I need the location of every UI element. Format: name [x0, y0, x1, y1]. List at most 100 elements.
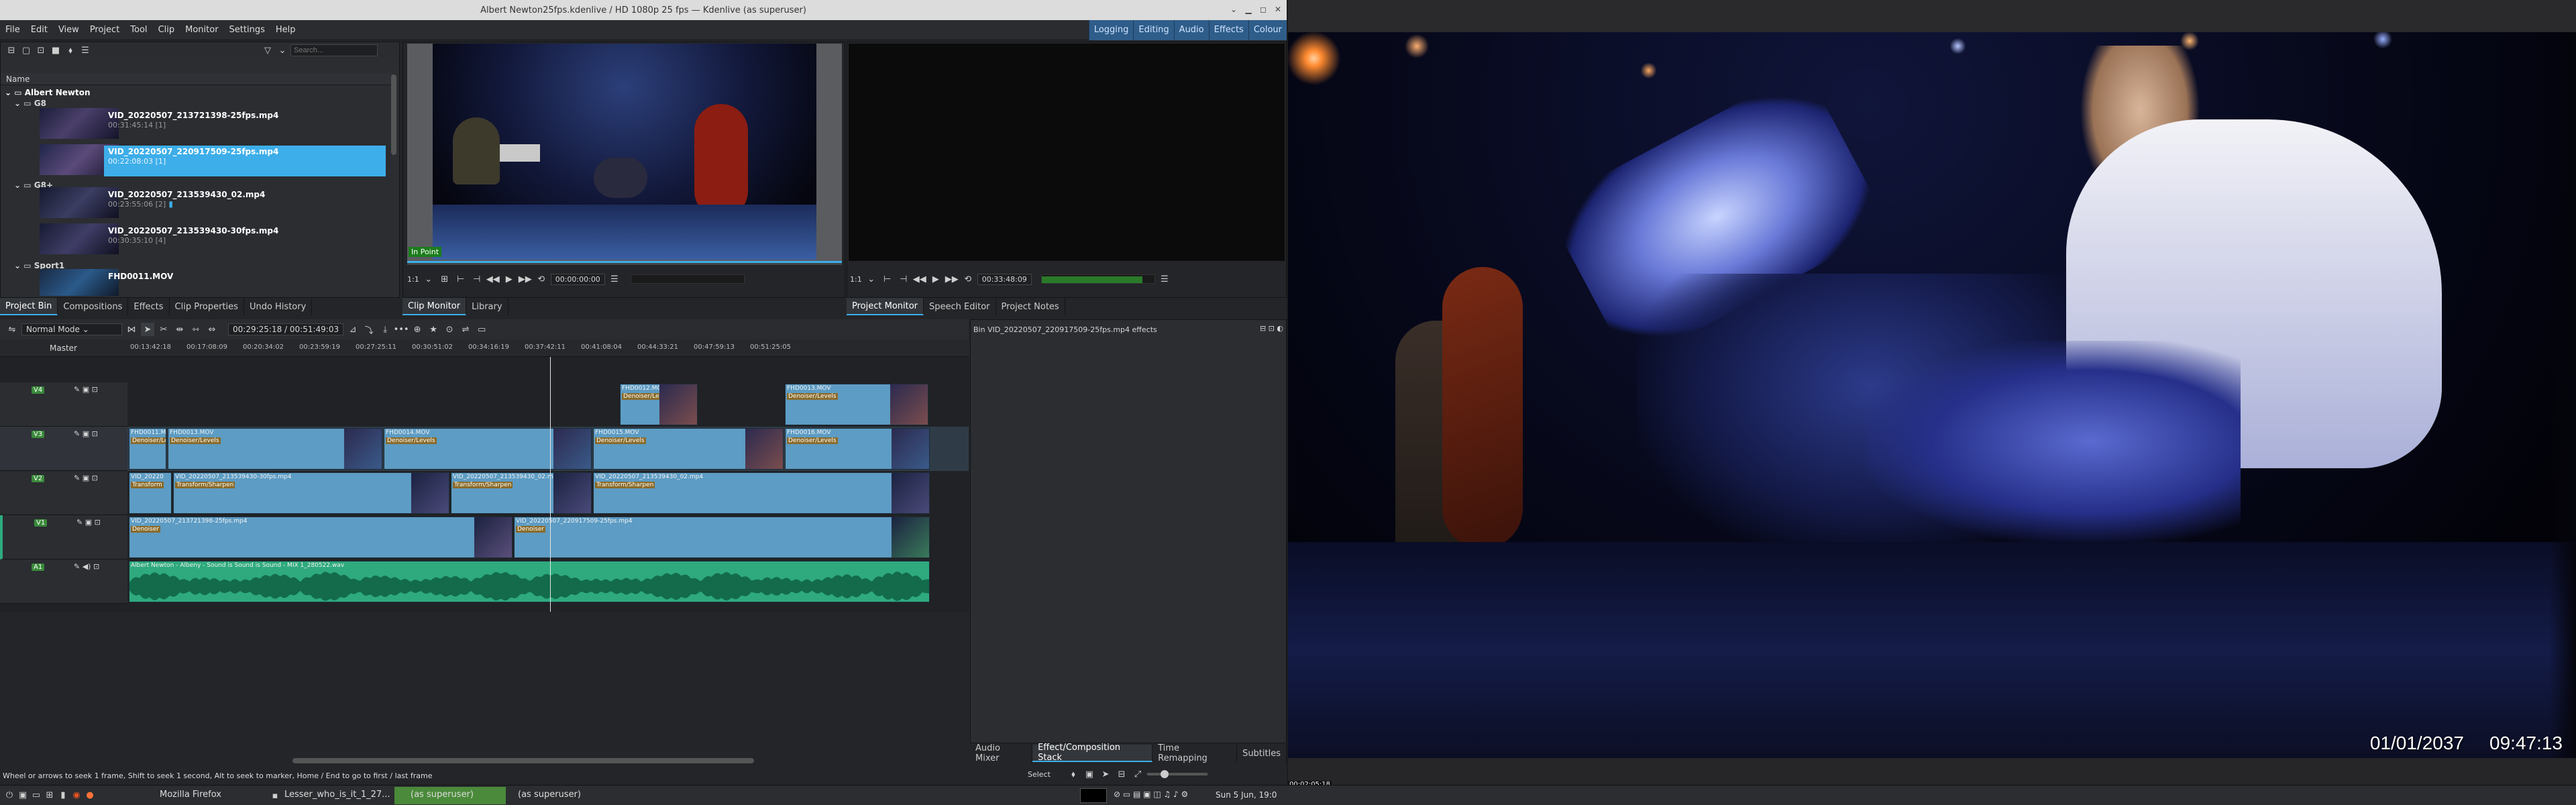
playhead[interactable]	[550, 357, 551, 612]
tab-speech-editor[interactable]: Speech Editor	[924, 298, 996, 315]
ripple-icon[interactable]: ⇿	[189, 323, 203, 336]
timeline-clip[interactable]: FHD0012.MOV Denoiser/Levels	[620, 384, 698, 425]
tab-project-monitor[interactable]: Project Monitor	[847, 298, 924, 315]
menu-view[interactable]: View	[53, 25, 85, 35]
workspace-pager[interactable]	[1080, 788, 1107, 803]
track-head-v1[interactable]: V1 ✎ ▣ ⊡	[0, 515, 127, 559]
chevron-down-icon[interactable]: ⌄	[865, 272, 878, 286]
compare-icon[interactable]: ⊟	[1115, 767, 1128, 781]
loop-icon[interactable]: ⟲	[535, 272, 548, 286]
bin-scrollbar[interactable]	[391, 74, 396, 155]
terminal-icon[interactable]: ▮	[56, 789, 70, 802]
forward-icon[interactable]: ▶▶	[519, 272, 532, 286]
monitor-menu-icon[interactable]: ☰	[1158, 272, 1171, 286]
set-in-icon[interactable]: ⊢	[881, 272, 894, 286]
track-controls-icon[interactable]: ✎ ◀) ⊡	[74, 562, 99, 571]
track-head-a1[interactable]: A1 ✎ ◀) ⊡	[0, 559, 127, 604]
layout-colour[interactable]: Colour	[1248, 19, 1287, 40]
clip-monitor-frame[interactable]: In Point	[407, 44, 842, 261]
save-icon[interactable]: ▣	[1083, 767, 1096, 781]
menu-tool[interactable]: Tool	[125, 25, 152, 35]
favorite-icon[interactable]: ★	[427, 323, 440, 336]
project-timecode[interactable]: 00:33:48:09	[977, 273, 1032, 285]
menu-project[interactable]: Project	[85, 25, 125, 35]
title-bar[interactable]: Albert Newton25fps.kdenlive / HD 1080p 2…	[0, 0, 1287, 20]
panel-buttons[interactable]: ⊟ ⊡ ◐	[1260, 324, 1283, 333]
list-item[interactable]: VID_20220507_213539430_02.mp4 00:23:55:06…	[108, 190, 265, 209]
menu-monitor[interactable]: Monitor	[180, 25, 223, 35]
tab-effect-stack[interactable]: Effect/Composition Stack	[1032, 743, 1153, 763]
list-item[interactable]: VID_20220507_220917509-25fps.mp4 00:22:08…	[108, 147, 278, 166]
timeline-position[interactable]: 00:29:25:18 / 00:51:49:03	[228, 323, 344, 335]
track-head-v3[interactable]: V3 ✎ ▣ ⊡	[0, 427, 127, 471]
slip-icon[interactable]: ⇔	[205, 323, 219, 336]
play-icon[interactable]: ▶	[929, 272, 943, 286]
add-clip-icon[interactable]: ▢	[19, 44, 33, 57]
select-tool-icon[interactable]: ➤	[141, 323, 154, 336]
play-icon[interactable]: ▶	[502, 272, 516, 286]
timeline-clip[interactable]: VID_20220507_213539430_02.mp4 Transform/S…	[593, 472, 930, 514]
menu-file[interactable]: File	[0, 25, 25, 35]
tab-time-remapping[interactable]: Time Remapping	[1152, 743, 1238, 763]
bin-menu-icon[interactable]: ⊟	[5, 44, 18, 57]
tray-icons[interactable]: ⊘ ▭ ▤ ▣ ◫ ♫ ♪ ⚙	[1114, 790, 1188, 799]
track-head-v2[interactable]: V2 ✎ ▣ ⊡	[0, 471, 127, 515]
timeline-clip[interactable]: FHD0016.MOV Denoiser/Levels	[785, 428, 930, 470]
project-monitor-frame[interactable]	[849, 44, 1285, 261]
tag-icon[interactable]: ⬧	[1067, 767, 1080, 781]
monitor-menu-icon[interactable]: ☰	[608, 272, 621, 286]
close-icon[interactable]: ✕	[1272, 3, 1284, 15]
track-menu-icon[interactable]: ⇋	[5, 323, 19, 336]
task-terminal[interactable]: (as superuser)	[518, 790, 581, 800]
add-folder-icon[interactable]: ⊡	[34, 44, 48, 57]
file-manager-icon[interactable]: ▭	[30, 789, 43, 802]
bin-column-header[interactable]: Name	[1, 73, 392, 85]
tab-clip-monitor[interactable]: Clip Monitor	[402, 298, 467, 315]
track-controls-icon[interactable]: ✎ ▣ ⊡	[74, 385, 98, 394]
list-item[interactable]: FHD0011.MOV	[108, 272, 173, 281]
track-controls-icon[interactable]: ✎ ▣ ⊡	[74, 429, 98, 438]
ubuntu-icon[interactable]: ◉	[70, 789, 83, 802]
rewind-icon[interactable]: ◀◀	[486, 272, 500, 286]
clock[interactable]: Sun 5 Jun, 19:0	[1216, 790, 1277, 800]
spacer-icon[interactable]: ⇹	[173, 323, 186, 336]
task-kdenlive[interactable]: (as superuser)	[394, 787, 506, 804]
layout-audio[interactable]: Audio	[1173, 19, 1209, 40]
zoom-slider[interactable]	[1146, 770, 1208, 778]
timeline-clip[interactable]: FHD0013.MOV Denoiser/Levels	[785, 384, 928, 425]
tab-project-bin[interactable]: Project Bin	[0, 298, 58, 315]
razor-tool-icon[interactable]: ✂	[157, 323, 170, 336]
firefox-icon[interactable]: ●	[83, 789, 97, 802]
timeline-ruler[interactable]: Master 00:13:42:18 00:17:08:09 00:20:34:02…	[0, 339, 969, 357]
tab-effects[interactable]: Effects	[128, 298, 170, 315]
maximize-icon[interactable]: ◻	[1257, 3, 1269, 15]
extract-icon[interactable]: ⊕	[411, 323, 424, 336]
tab-clip-properties[interactable]: Clip Properties	[170, 298, 244, 315]
filmstrip-icon[interactable]: ▭	[475, 323, 488, 336]
delete-clip-icon[interactable]: ■	[49, 44, 62, 57]
task-firefox[interactable]: Mozilla Firefox	[160, 790, 221, 800]
track-head-v4[interactable]: V4 ✎ ▣ ⊡	[0, 382, 127, 427]
layout-logging[interactable]: Logging	[1088, 19, 1134, 40]
minimize-icon[interactable]: ▁	[1242, 3, 1254, 15]
chevron-down-icon[interactable]: ⌄	[422, 272, 435, 286]
search-options-icon[interactable]: ⌄	[276, 44, 289, 57]
list-item[interactable]: VID_20220507_213721398-25fps.mp4 00:31:45…	[108, 111, 278, 129]
filter-icon[interactable]: ▽	[261, 44, 274, 57]
rewind-icon[interactable]: ◀◀	[913, 272, 926, 286]
timeline-clip[interactable]: VID_20220507_213539430_02.mp4 Transform/S…	[451, 472, 592, 514]
timeline-clip[interactable]: VID_20220507_213539430-30fps.mp4 Transfor…	[173, 472, 449, 514]
track-controls-icon[interactable]: ✎ ▣ ⊡	[74, 474, 98, 482]
menu-clip[interactable]: Clip	[153, 25, 180, 35]
timeline-clip[interactable]: FHD0014.MOV Denoiser/Levels	[384, 428, 592, 470]
timeline-clip[interactable]: FHD0015.MOV Denoiser/Levels	[593, 428, 784, 470]
slider-handle[interactable]	[1160, 770, 1169, 778]
set-out-icon[interactable]: ⊣	[470, 272, 484, 286]
timeline-clip[interactable]: FHD0013.MOV Denoiser/Levels	[168, 428, 382, 470]
tab-subtitles[interactable]: Subtitles	[1237, 745, 1287, 762]
layout-effects[interactable]: Effects	[1208, 19, 1248, 40]
tab-library[interactable]: Library	[466, 298, 508, 315]
tab-compositions[interactable]: Compositions	[58, 298, 129, 315]
monitor-settings-icon[interactable]: ⊞	[438, 272, 451, 286]
folder-root[interactable]: ⌄ ▭ Albert Newton	[5, 88, 91, 97]
